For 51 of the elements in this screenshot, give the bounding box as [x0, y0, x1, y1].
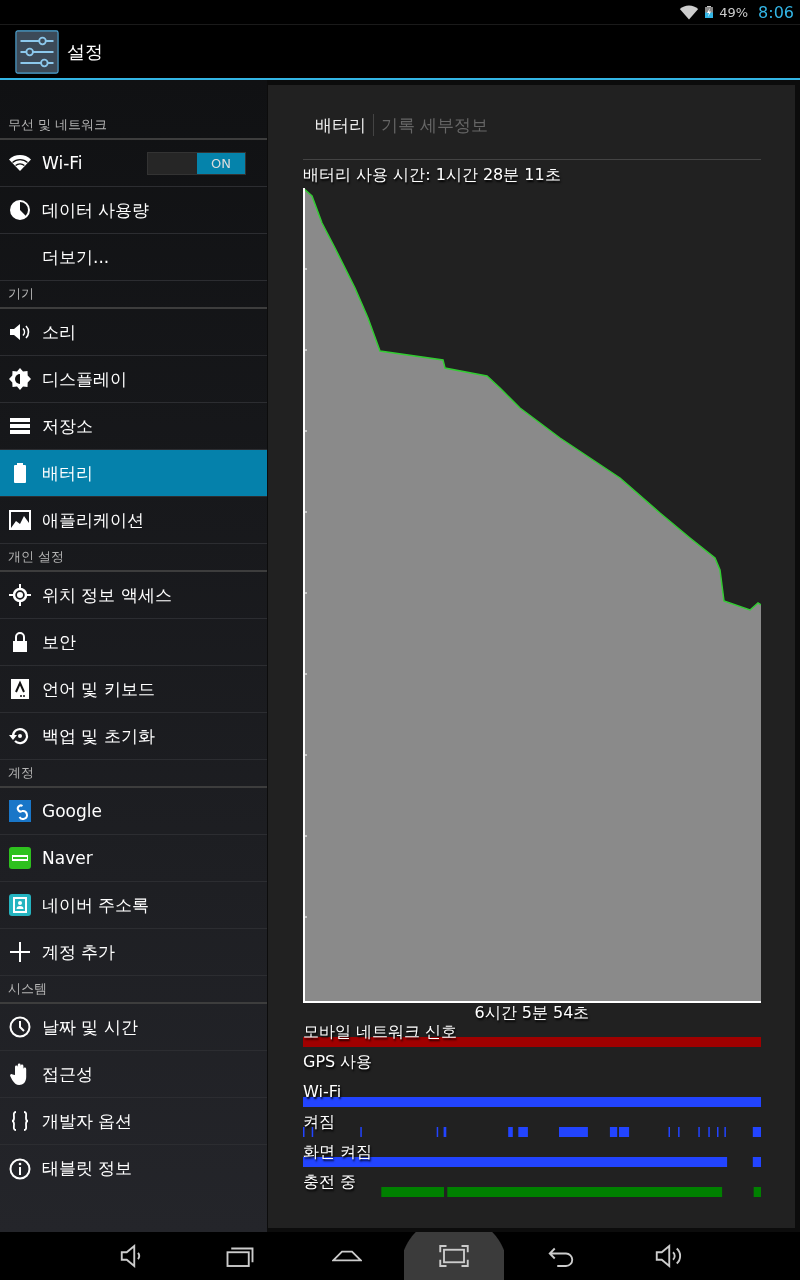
settings-item[interactable]: Naver	[0, 835, 267, 882]
settings-item[interactable]: 네이버 주소록	[0, 882, 267, 929]
pie-chart-icon	[8, 198, 32, 222]
clock-time: 8:06	[758, 2, 794, 22]
timeline-label: 화면 켜짐	[303, 1143, 374, 1161]
settings-item[interactable]: 데이터 사용량	[0, 187, 267, 234]
settings-item[interactable]: 접근성	[0, 1051, 267, 1098]
contacts-icon	[8, 893, 32, 917]
app-logo-icon	[8, 846, 32, 870]
settings-item[interactable]: 소리	[0, 309, 267, 356]
home-icon	[331, 1250, 362, 1262]
settings-item[interactable]: 배터리	[0, 450, 267, 497]
usage-time-label: 배터리 사용 시간: 1시간 28분 11초	[303, 164, 562, 186]
settings-icon[interactable]	[15, 29, 59, 74]
settings-item[interactable]: 디스플레이	[0, 356, 267, 403]
timeline-label: GPS 사용	[303, 1053, 374, 1071]
settings-item[interactable]: 날짜 및 시간	[0, 1004, 267, 1051]
settings-item[interactable]: 백업 및 초기화	[0, 713, 267, 760]
section-header: 계정	[0, 760, 267, 788]
app-logo-icon	[8, 799, 32, 823]
settings-item[interactable]: Wi-Fi ON	[0, 140, 267, 187]
section-header: 무선 및 네트워크	[0, 112, 267, 140]
section-header: 시스템	[0, 976, 267, 1004]
timeline-label: Wi-Fi	[303, 1083, 343, 1101]
timeline-label: 모바일 네트워크 신호	[303, 1023, 459, 1041]
settings-item[interactable]: 언어 및 키보드	[0, 666, 267, 713]
settings-item[interactable]: 위치 정보 액세스	[0, 572, 267, 619]
section-header: 개인 설정	[0, 544, 267, 572]
battery-percent: 49%	[719, 4, 749, 20]
picture-frame-icon	[8, 508, 32, 532]
wifi-signal-icon	[679, 2, 700, 22]
plus-icon	[8, 940, 32, 964]
brightness-icon	[8, 367, 32, 391]
location-icon	[8, 583, 32, 607]
keyboard-icon	[8, 677, 32, 701]
screenshot-button[interactable]	[403, 1232, 504, 1280]
app-title: 설정	[67, 39, 103, 64]
settings-item[interactable]: 애플리케이션	[0, 497, 267, 544]
section-header: 기기	[0, 281, 267, 309]
settings-item[interactable]: 보안	[0, 619, 267, 666]
tab[interactable]: 배터리	[311, 113, 370, 137]
graph-duration-label: 6시간 5분 54초	[474, 1003, 590, 1023]
settings-item[interactable]: 더보기...	[0, 234, 267, 281]
settings-item[interactable]: 개발자 옵션	[0, 1098, 267, 1145]
timeline-label: 충전 중	[303, 1173, 358, 1191]
info-icon	[8, 1156, 32, 1181]
clock-icon	[8, 1015, 32, 1039]
settings-item[interactable]: 계정 추가	[0, 929, 267, 976]
settings-item[interactable]: 태블릿 정보	[0, 1145, 267, 1192]
timeline-label: 켜짐	[303, 1113, 336, 1131]
settings-item[interactable]: Google	[0, 788, 267, 835]
